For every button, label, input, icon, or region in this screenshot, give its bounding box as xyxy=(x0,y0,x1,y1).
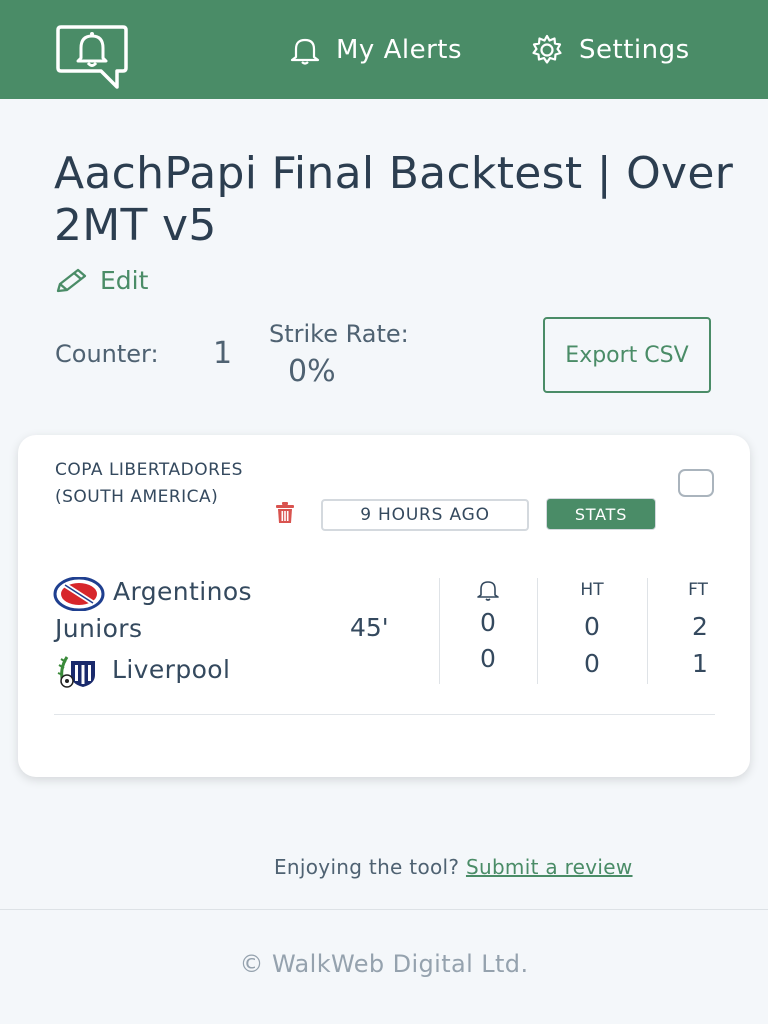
page-title: AachPapi Final Backtest | Over 2MT v5 xyxy=(54,148,734,251)
home-team-name: Argentinos Juniors xyxy=(55,577,252,643)
counter-label: Counter: xyxy=(55,340,159,368)
copyright-text: © WalkWeb Digital Ltd. xyxy=(239,950,529,978)
match-card: COPA LIBERTADORES (SOUTH AMERICA) 9 HOUR… xyxy=(18,435,750,777)
gear-icon xyxy=(532,34,562,64)
counter-value: 1 xyxy=(213,336,233,371)
select-checkbox[interactable] xyxy=(678,469,714,497)
pencil-icon xyxy=(56,268,87,292)
review-prompt-text: Enjoying the tool? xyxy=(274,855,460,879)
ht-header: HT xyxy=(580,580,604,600)
ft-header: FT xyxy=(688,580,708,600)
ft-away-score: 1 xyxy=(692,649,708,678)
ft-home-score: 2 xyxy=(692,612,708,641)
footer-divider xyxy=(0,909,768,910)
away-team-name: Liverpool xyxy=(112,655,231,684)
nav-my-alerts-label: My Alerts xyxy=(336,35,463,65)
stats-button[interactable]: STATS xyxy=(546,498,656,530)
edit-button[interactable]: Edit xyxy=(54,266,148,295)
nav-settings-label: Settings xyxy=(579,35,690,65)
edit-label: Edit xyxy=(100,266,149,295)
match-minute: 45' xyxy=(350,613,389,642)
card-divider xyxy=(54,714,715,715)
submit-review-link[interactable]: Submit a review xyxy=(466,855,633,879)
bell-icon xyxy=(290,38,320,65)
ht-away-score: 0 xyxy=(584,649,600,678)
nav-settings[interactable]: Settings xyxy=(529,30,690,70)
bell-chat-icon[interactable] xyxy=(55,24,129,90)
league-name: COPA LIBERTADORES (SOUTH AMERICA) xyxy=(55,460,243,507)
alert-away-score: 0 xyxy=(480,644,496,673)
liverpool-crest-icon xyxy=(57,656,95,688)
time-ago-badge: 9 HOURS AGO xyxy=(321,499,529,531)
column-divider xyxy=(647,578,648,684)
strike-rate-label: Strike Rate: xyxy=(269,320,409,348)
column-divider xyxy=(439,578,440,684)
nav-my-alerts[interactable]: My Alerts xyxy=(288,30,462,70)
ht-home-score: 0 xyxy=(584,612,600,641)
export-csv-button[interactable]: Export CSV xyxy=(543,317,711,393)
top-navbar: My Alerts Settings xyxy=(0,0,768,99)
review-prompt: Enjoying the tool? Submit a review xyxy=(274,855,633,879)
trash-icon[interactable] xyxy=(275,502,295,524)
column-divider xyxy=(537,578,538,684)
bell-icon xyxy=(477,581,499,601)
strike-rate-value: 0% xyxy=(288,354,336,389)
alert-home-score: 0 xyxy=(480,608,496,637)
